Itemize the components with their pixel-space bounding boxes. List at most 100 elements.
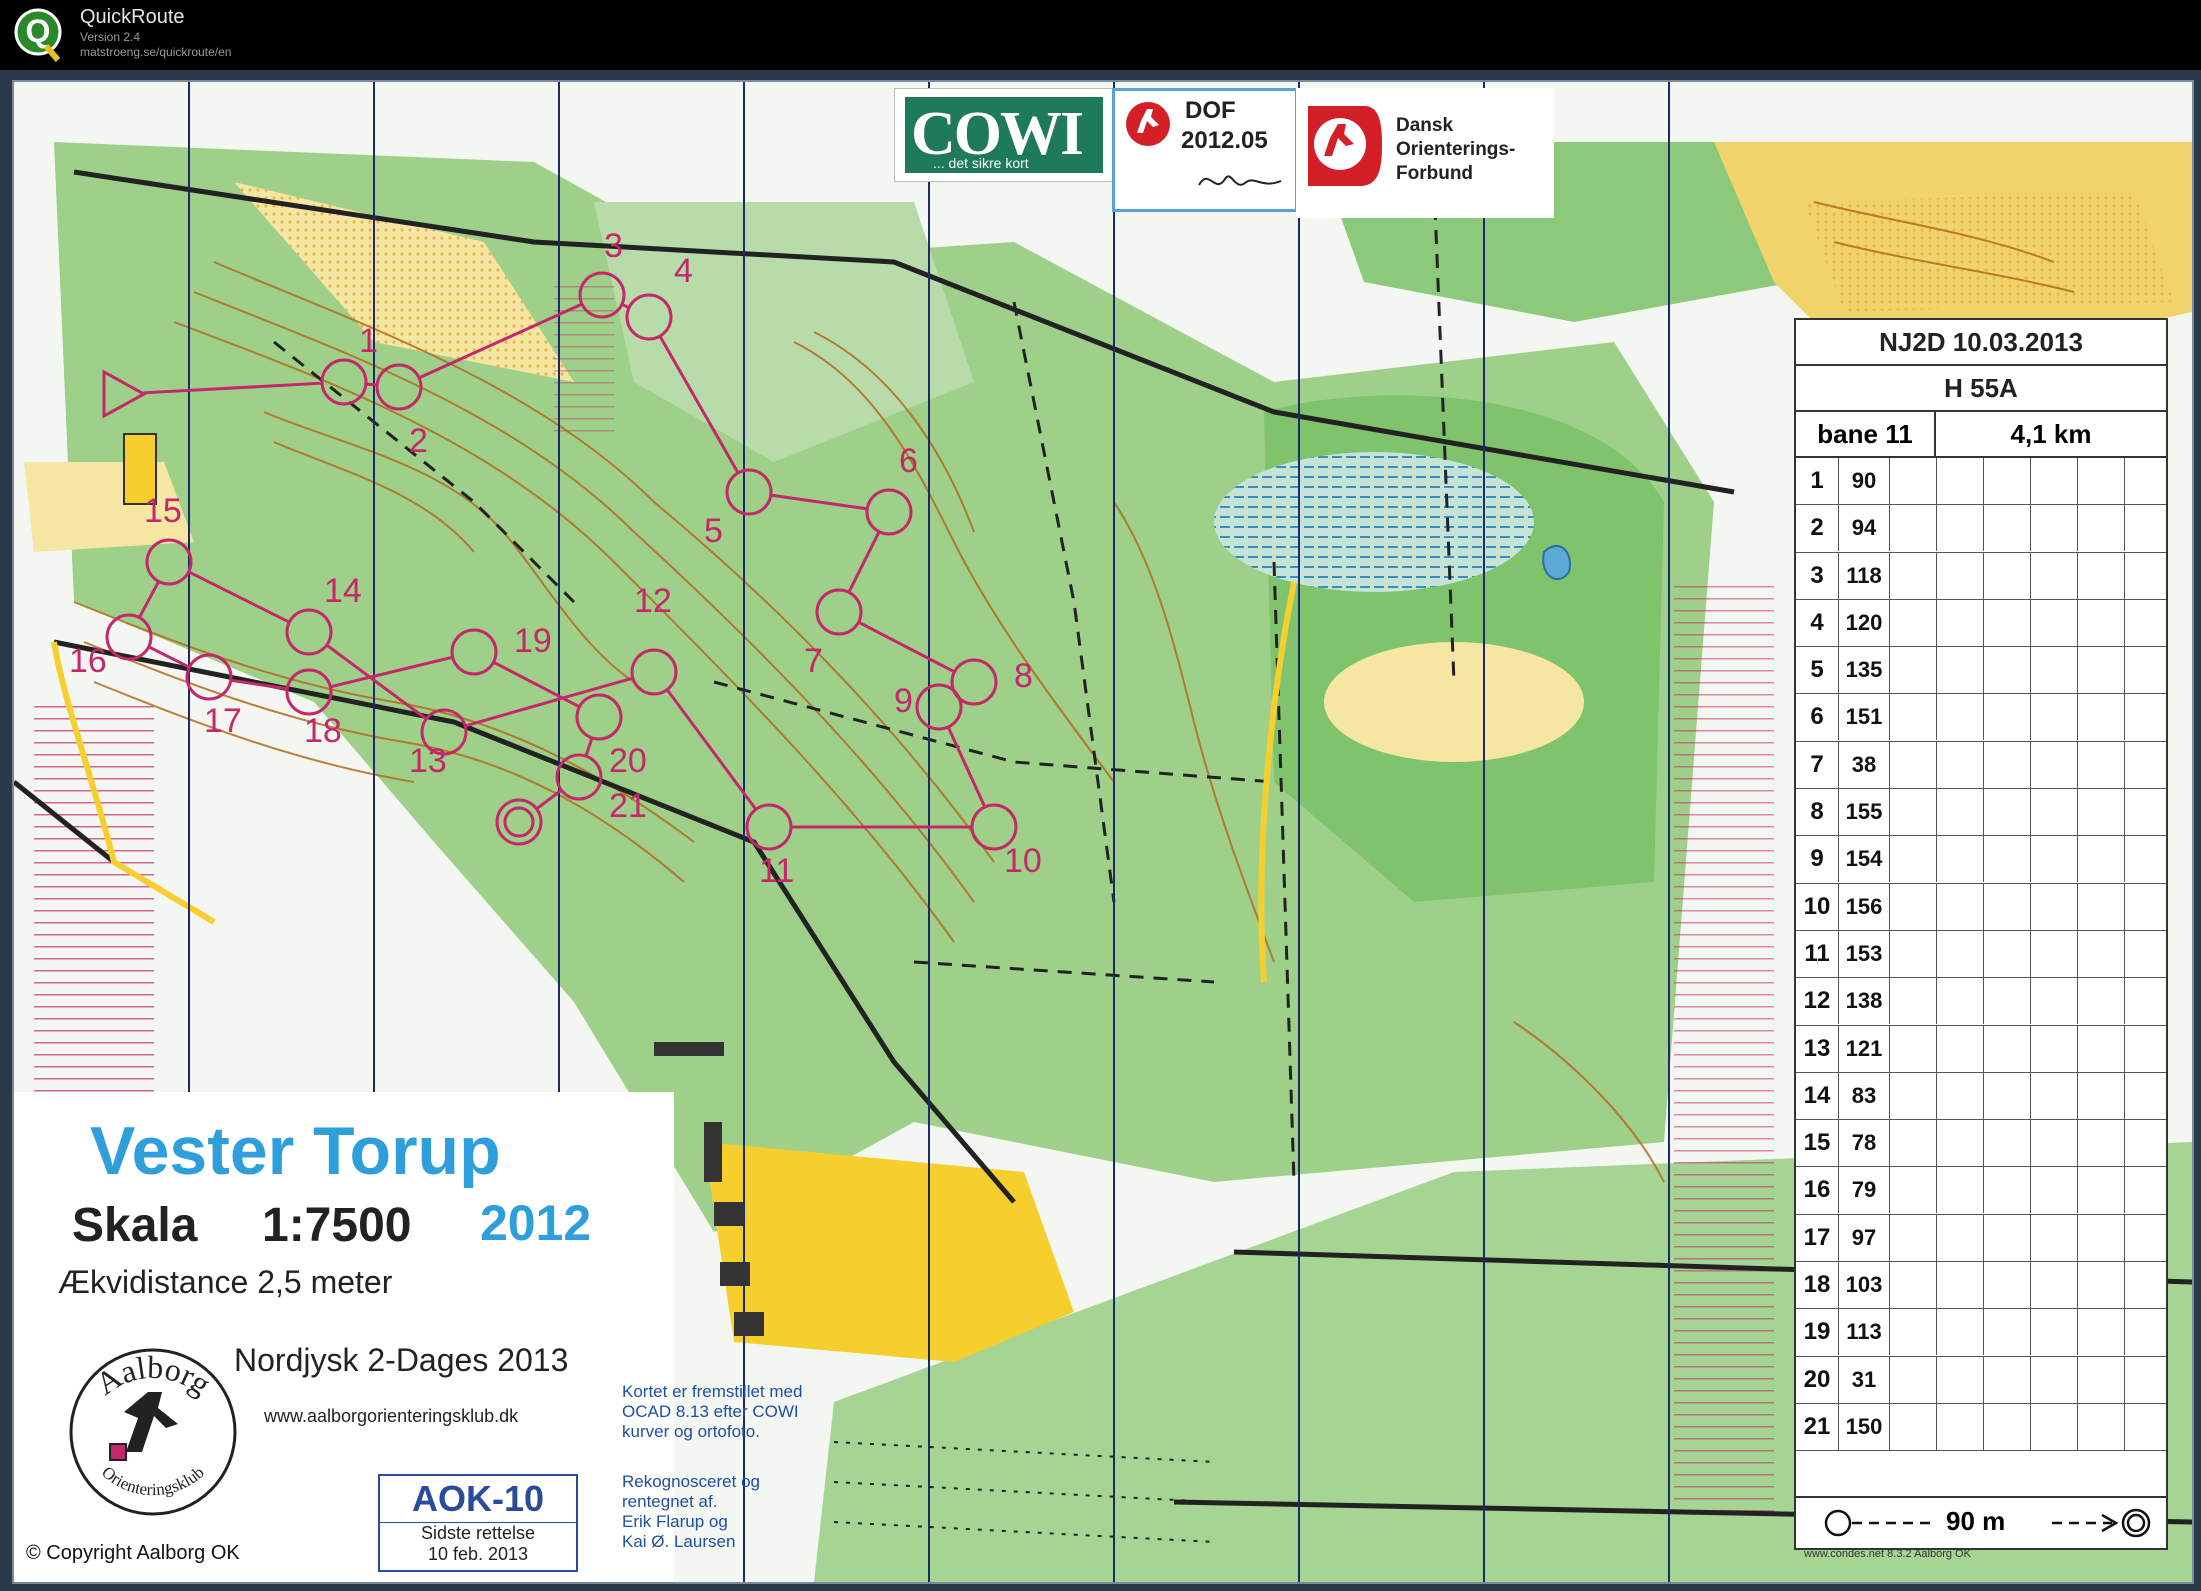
cd-symbol-cell <box>1984 458 2031 504</box>
control-label: 18 <box>304 712 342 750</box>
cowi-logo: COWI ... det sikre kort <box>905 97 1103 173</box>
cd-symbol-cell <box>1984 1072 2031 1119</box>
cd-symbol-cell <box>2078 1214 2125 1261</box>
cd-control-code: 156 <box>1839 883 1890 930</box>
orienteering-map[interactable]: COWI ... det sikre kort DOF 2012.05 Dans… <box>12 80 2194 1584</box>
cd-symbol-cell <box>1984 599 2031 646</box>
cd-symbol-cell <box>2031 883 2078 930</box>
cd-control-code: 83 <box>1839 1072 1890 1119</box>
app-version: Version 2.4 <box>80 30 141 44</box>
cd-control-code: 121 <box>1839 1025 1890 1072</box>
course-leg <box>138 580 160 619</box>
app-name: QuickRoute <box>80 6 185 28</box>
cd-footer: www.condes.net 8.3.2 Aalborg OK <box>1804 1548 1971 1560</box>
course-leg <box>143 381 323 395</box>
cd-symbol-cell <box>2031 599 2078 646</box>
cd-control-number: 7 <box>1796 741 1839 788</box>
cd-symbol-cell <box>2125 1167 2166 1213</box>
cd-symbol-cell <box>2078 883 2125 930</box>
cd-symbol-cell <box>2031 978 2078 1025</box>
cd-symbol-cell <box>1890 458 1937 504</box>
cd-row: 6 151 <box>1796 694 2166 742</box>
cd-row: 10 156 <box>1796 883 2166 931</box>
finish-distance: 90 m <box>1946 1506 2006 1536</box>
cd-symbol-cell <box>2031 647 2078 694</box>
course-leg <box>658 335 740 474</box>
control-circle <box>145 538 193 586</box>
dansk-orienterings-forbund-text: Dansk Orienterings- Forbund <box>1396 115 1516 184</box>
cd-control-number: 21 <box>1796 1403 1839 1450</box>
control-circle <box>185 653 233 701</box>
cd-symbol-cell <box>1937 1356 1984 1403</box>
cd-symbol-cell <box>1890 883 1937 930</box>
cd-symbol-cell <box>1984 1356 2031 1403</box>
cd-control-number: 5 <box>1796 647 1839 694</box>
cd-symbol-cell <box>1937 1167 1984 1214</box>
cd-symbol-cell <box>2125 600 2166 646</box>
cd-control-number: 13 <box>1796 1025 1839 1072</box>
dof-approval-box: DOF 2012.05 <box>1112 88 1298 212</box>
copyright: © Copyright Aalborg OK <box>26 1542 240 1564</box>
cd-symbol-cell <box>1984 1025 2031 1072</box>
cd-symbol-cell <box>1984 1262 2031 1309</box>
cd-symbol-cell <box>2125 742 2166 788</box>
cd-symbol-cell <box>2078 1072 2125 1119</box>
cd-finish-row: 90 m <box>1796 1496 2166 1548</box>
cd-row: 11 153 <box>1796 930 2166 979</box>
cd-symbol-cell <box>1937 458 1984 504</box>
cd-control-number: 8 <box>1796 789 1839 836</box>
cd-row: 16 79 <box>1796 1167 2166 1215</box>
cd-symbol-cell <box>1984 1403 2031 1450</box>
course-leg <box>535 789 563 810</box>
map-title: Vester Torup <box>90 1113 501 1189</box>
cd-symbol-cell <box>2078 552 2125 599</box>
start-triangle <box>102 369 148 419</box>
cd-row: 2 94 <box>1796 505 2166 553</box>
cd-control-number: 12 <box>1796 978 1839 1025</box>
control-label: 14 <box>324 572 362 610</box>
cd-control-number: 4 <box>1796 599 1839 646</box>
cd-symbol-cell <box>2125 1262 2166 1308</box>
cd-row: 19 113 <box>1796 1309 2166 1357</box>
cd-control-number: 2 <box>1796 505 1839 552</box>
app-url-link[interactable]: matstroeng.se/quickroute/en <box>80 45 231 59</box>
cd-symbol-cell <box>2125 931 2166 977</box>
map-viewport[interactable]: COWI ... det sikre kort DOF 2012.05 Dans… <box>0 70 2201 1591</box>
cd-control-number: 20 <box>1796 1356 1839 1403</box>
scale-value: 1:7500 <box>262 1199 412 1252</box>
control-circle <box>745 803 793 851</box>
cd-symbol-cell <box>1890 1262 1937 1309</box>
app-title-bar: Q QuickRoute Version 2.4 matstroeng.se/q… <box>0 0 2201 70</box>
cd-control-code: 151 <box>1839 694 1890 741</box>
cd-symbol-cell <box>1984 741 2031 788</box>
map-year: 2012 <box>480 1195 592 1251</box>
cd-symbol-cell <box>1890 978 1937 1025</box>
cd-symbol-cell <box>2078 694 2125 741</box>
control-label: 21 <box>609 787 647 825</box>
cd-control-code: 31 <box>1839 1356 1890 1403</box>
course-leg <box>770 493 868 511</box>
cd-rows: 1 90 2 94 3 118 4 120 5 135 6 151 7 38 8 155 9 154 10 156 11… <box>1796 458 2166 1452</box>
cd-symbol-cell <box>2031 1403 2078 1450</box>
cd-symbol-cell <box>2078 599 2125 646</box>
course-leg <box>230 678 288 691</box>
cd-symbol-cell <box>2031 1025 2078 1072</box>
cd-symbol-cell <box>2031 1167 2078 1214</box>
cd-row: 18 103 <box>1796 1262 2166 1310</box>
cd-row: 3 118 <box>1796 552 2166 600</box>
cd-control-code: 38 <box>1839 741 1890 788</box>
cd-symbol-cell <box>1937 1120 1984 1167</box>
cd-row: 5 135 <box>1796 647 2166 695</box>
course-leg <box>665 688 758 811</box>
cd-row: 21 150 <box>1796 1403 2166 1452</box>
cowi-tagline: ... det sikre kort <box>933 155 1029 171</box>
control-circle <box>320 358 368 406</box>
event-name: Nordjysk 2-Dages 2013 <box>234 1342 569 1378</box>
course-leg <box>188 570 290 624</box>
cd-symbol-cell <box>1937 741 1984 788</box>
cd-symbol-cell <box>1890 1356 1937 1403</box>
cd-symbol-cell <box>1890 1214 1937 1261</box>
cd-symbol-cell <box>1937 647 1984 694</box>
cd-control-code: 97 <box>1839 1214 1890 1261</box>
cd-row: 20 31 <box>1796 1356 2166 1404</box>
